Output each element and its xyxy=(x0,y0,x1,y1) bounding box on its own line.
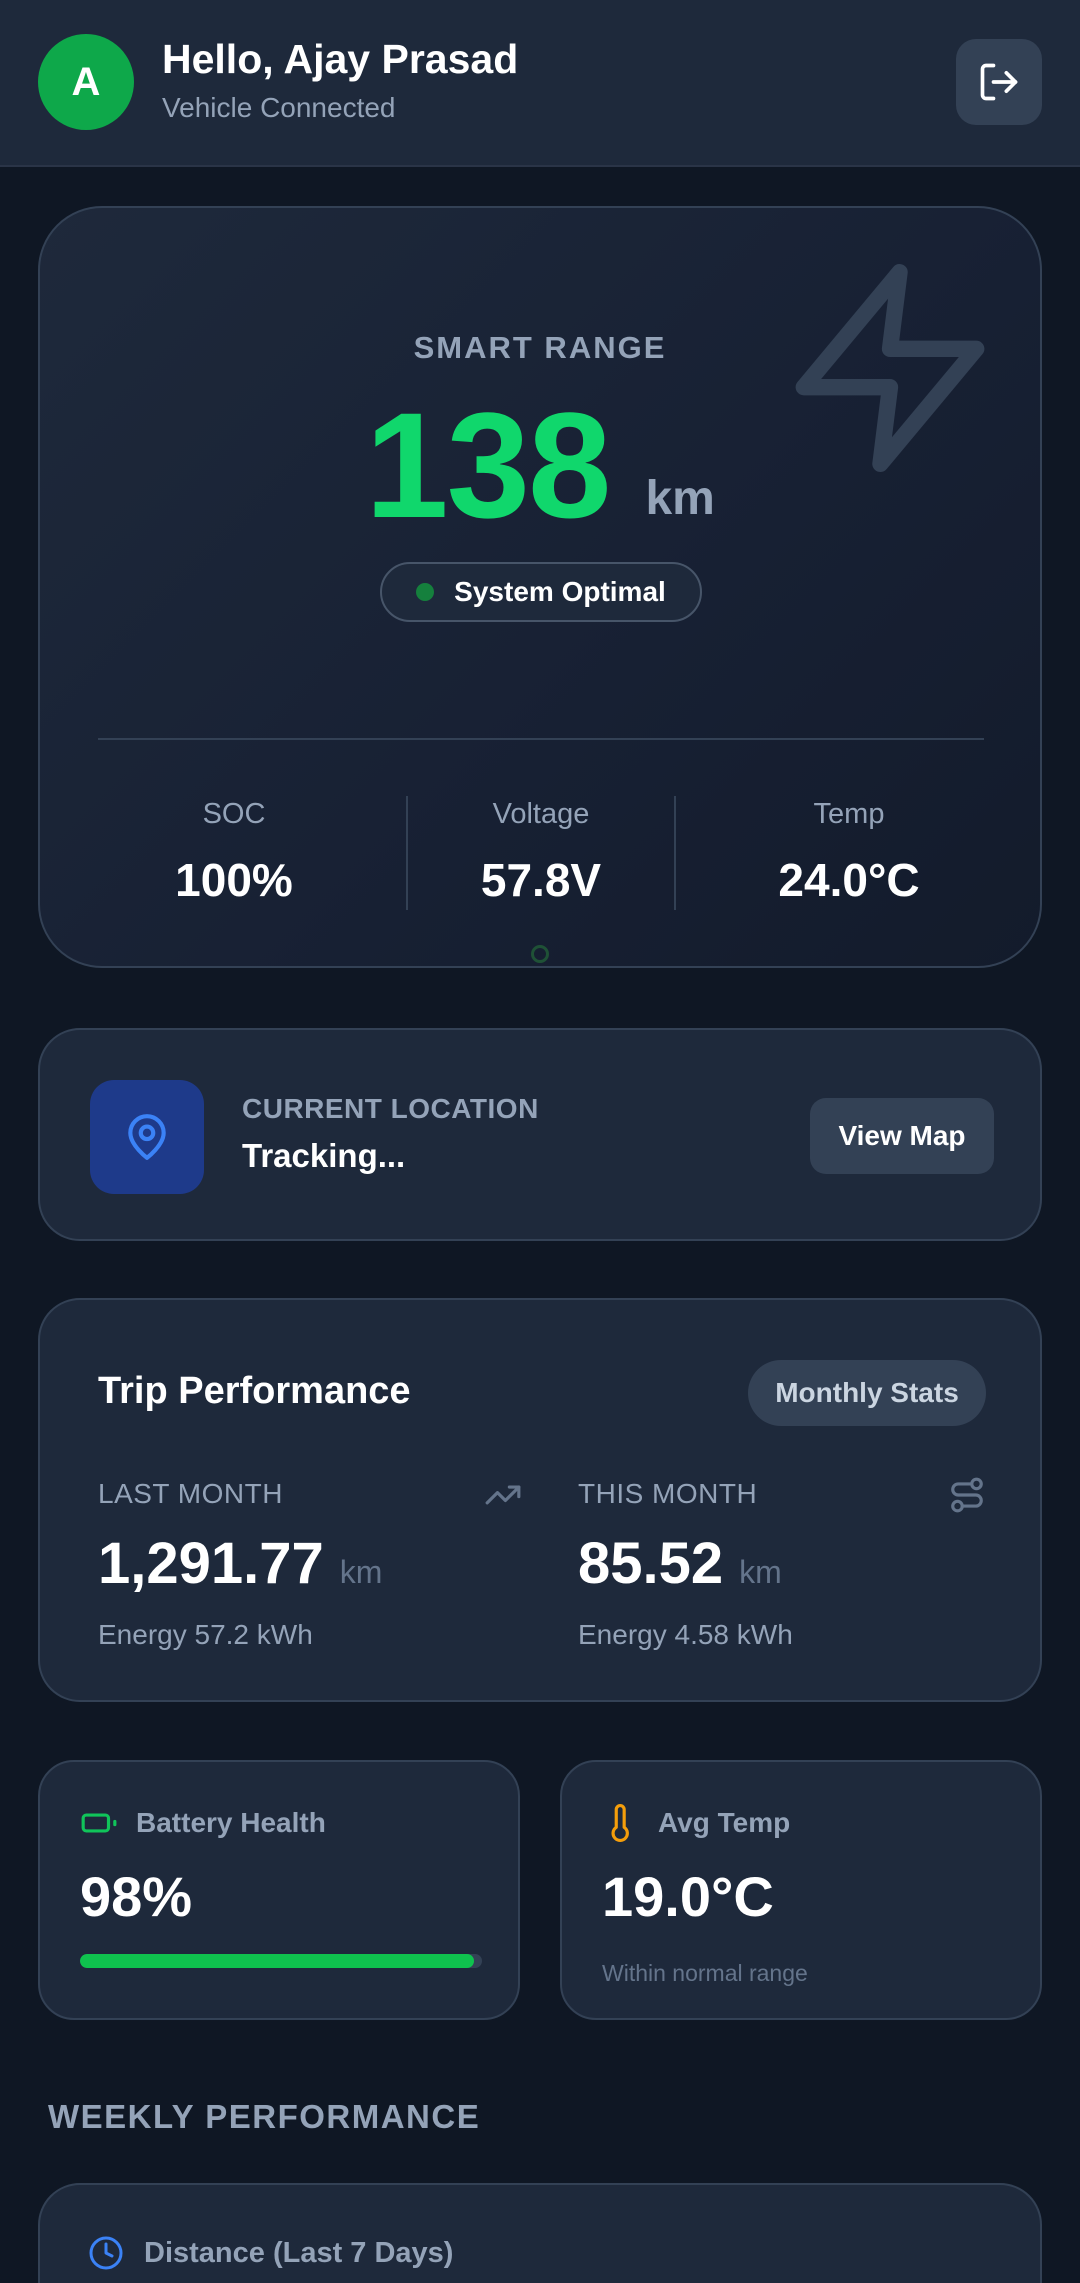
metric-label: Temp xyxy=(813,798,885,830)
weekly-performance-title: WEEKLY PERFORMANCE xyxy=(48,2098,481,2135)
status-text: System Optimal xyxy=(454,576,666,607)
this-month-stats: THIS MONTH 85.52 km Energy 4.58 kWh xyxy=(578,1477,986,1651)
avg-temp-value: 19.0°C xyxy=(602,1865,774,1928)
metric-value: 24.0°C xyxy=(778,854,920,906)
location-icon-box xyxy=(90,1080,204,1194)
thermometer-icon xyxy=(611,1804,629,1842)
last-month-label: LAST MONTH xyxy=(98,1478,283,1509)
location-label: CURRENT LOCATION xyxy=(242,1093,539,1124)
last-month-energy: Energy 57.2 kWh xyxy=(98,1619,313,1650)
logout-icon xyxy=(980,63,1018,101)
avatar[interactable]: A xyxy=(38,34,134,130)
metric-label: Voltage xyxy=(492,798,590,830)
map-pin-icon xyxy=(128,1114,166,1160)
battery-health-card: Battery Health 98% xyxy=(38,1760,520,2020)
monthly-stats-button[interactable]: Monthly Stats xyxy=(748,1360,986,1426)
metric-value: 57.8V xyxy=(480,854,602,906)
this-month-distance: 85.52 xyxy=(578,1531,724,1596)
status-dot xyxy=(416,583,435,601)
this-month-energy: Energy 4.58 kWh xyxy=(578,1619,793,1650)
avg-temp-card: Avg Temp 19.0°C Within normal range xyxy=(560,1760,1042,2020)
metric-label: SOC xyxy=(202,798,266,830)
range-label: SMART RANGE xyxy=(413,330,667,365)
weekly-distance-label: Distance (Last 7 Days) xyxy=(144,2236,454,2269)
battery-icon xyxy=(81,1813,117,1833)
route-icon xyxy=(951,1477,983,1513)
battery-health-fill xyxy=(80,1954,474,1968)
metric-temp: Temp 24.0°C xyxy=(699,798,999,907)
last-month-stats: LAST MONTH 1,291.77 km Energy 57.2 kWh xyxy=(98,1478,522,1651)
weekly-distance-card: Distance (Last 7 Days) xyxy=(38,2183,1042,2283)
status-badge: System Optimal xyxy=(380,562,702,622)
divider xyxy=(98,738,984,740)
dashboard-screen: A Hello, Ajay Prasad Vehicle Connected S… xyxy=(0,0,1080,2283)
carousel-indicator[interactable] xyxy=(531,945,549,963)
view-map-button[interactable]: View Map xyxy=(810,1098,994,1174)
last-month-distance: 1,291.77 xyxy=(98,1531,324,1596)
range-value-row: 138 km xyxy=(40,390,1040,540)
avg-temp-note: Within normal range xyxy=(602,1960,808,1986)
trip-performance-card: Trip Performance Monthly Stats LAST MONT… xyxy=(38,1298,1042,1702)
trip-performance-title: Trip Performance xyxy=(98,1370,411,1412)
metric-separator xyxy=(674,796,676,910)
smart-range-card[interactable]: SMART RANGE 138 km System Optimal SOC 10… xyxy=(38,206,1042,968)
logout-button[interactable] xyxy=(956,39,1042,125)
location-card: CURRENT LOCATION Tracking... View Map xyxy=(38,1028,1042,1241)
metric-soc: SOC 100% xyxy=(84,798,384,907)
last-month-unit: km xyxy=(339,1554,383,1590)
clock-icon xyxy=(89,2236,123,2270)
battery-health-value: 98% xyxy=(80,1865,193,1928)
app-header: A Hello, Ajay Prasad Vehicle Connected xyxy=(0,0,1080,167)
metric-voltage: Voltage 57.8V xyxy=(391,798,691,907)
metric-value: 100% xyxy=(175,854,293,906)
range-value: 138 xyxy=(365,381,611,549)
this-month-unit: km xyxy=(739,1554,782,1590)
range-unit: km xyxy=(645,472,715,525)
this-month-label: THIS MONTH xyxy=(578,1478,758,1509)
battery-health-label: Battery Health xyxy=(136,1807,326,1838)
connection-status: Vehicle Connected xyxy=(162,92,396,123)
trending-up-icon xyxy=(485,1485,521,1505)
avg-temp-label: Avg Temp xyxy=(658,1807,791,1838)
location-value: Tracking... xyxy=(242,1137,406,1174)
greeting-text: Hello, Ajay Prasad xyxy=(162,36,519,82)
battery-health-bar xyxy=(80,1954,482,1968)
